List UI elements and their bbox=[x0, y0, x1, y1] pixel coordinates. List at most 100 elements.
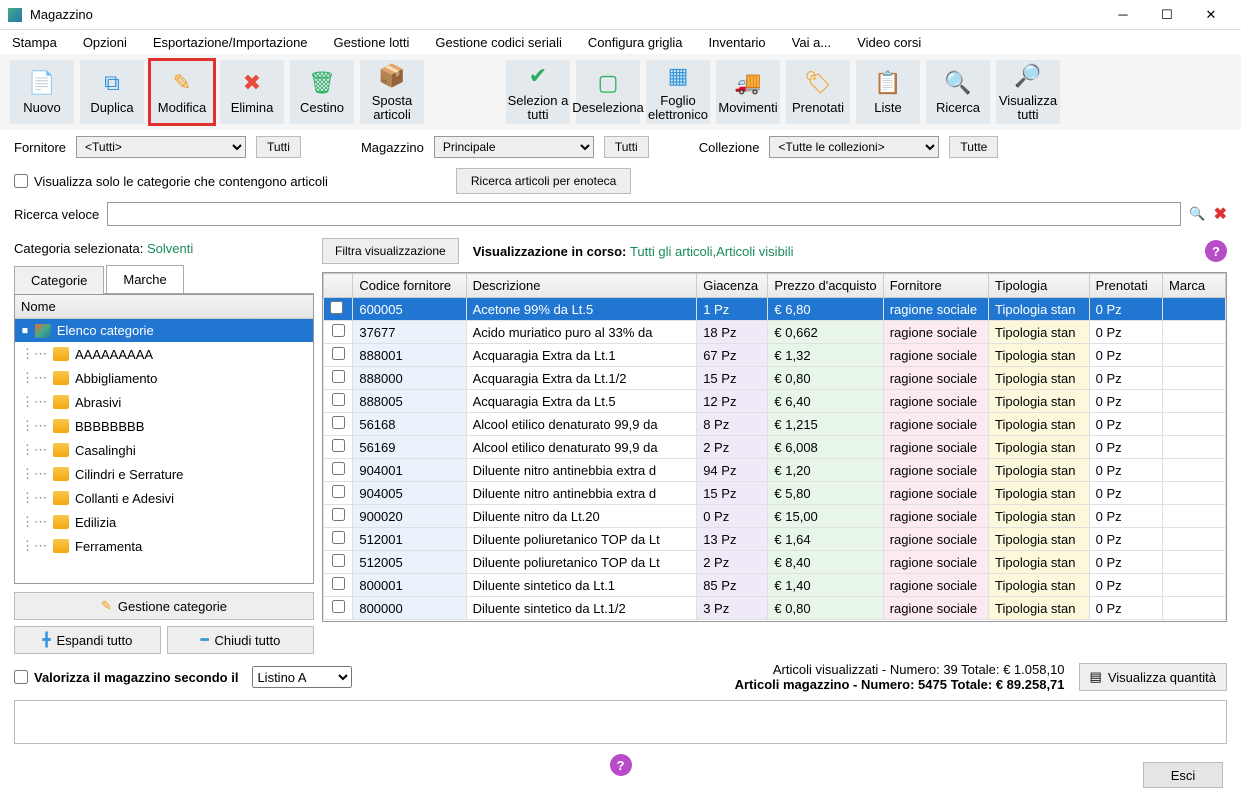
tree-item[interactable]: ⋮⋯Collanti e Adesivi bbox=[15, 486, 313, 510]
help-icon[interactable]: ? bbox=[1205, 240, 1227, 262]
table-row[interactable]: 512001Diluente poliuretanico TOP da Lt13… bbox=[324, 528, 1226, 551]
column-header[interactable]: Giacenza bbox=[697, 274, 768, 298]
row-checkbox[interactable] bbox=[332, 462, 345, 475]
maximize-button[interactable]: ☐ bbox=[1145, 1, 1189, 29]
fornitore-tutti-button[interactable]: Tutti bbox=[256, 136, 301, 158]
row-checkbox[interactable] bbox=[332, 324, 345, 337]
liste-button[interactable]: 📋Liste bbox=[856, 60, 920, 124]
table-row[interactable]: 900020Diluente nitro da Lt.200 Pz€ 15,00… bbox=[324, 505, 1226, 528]
menu-stampa[interactable]: Stampa bbox=[8, 33, 61, 52]
show-only-categories-input[interactable] bbox=[14, 174, 28, 188]
tree-item[interactable]: ⋮⋯AAAAAAAAA bbox=[15, 342, 313, 366]
desel-button[interactable]: ▢Deseleziona bbox=[576, 60, 640, 124]
table-row[interactable]: 512005Diluente poliuretanico TOP da Lt2 … bbox=[324, 551, 1226, 574]
menu-configura-griglia[interactable]: Configura griglia bbox=[584, 33, 687, 52]
elimina-button[interactable]: ✖Elimina bbox=[220, 60, 284, 124]
table-row[interactable]: 800000Diluente sintetico da Lt.1/23 Pz€ … bbox=[324, 597, 1226, 620]
gestione-categorie-button[interactable]: ✎ Gestione categorie bbox=[14, 592, 314, 620]
valorizza-checkbox[interactable]: Valorizza il magazzino secondo il bbox=[14, 670, 238, 685]
menu-opzioni[interactable]: Opzioni bbox=[79, 33, 131, 52]
vistutti-button[interactable]: 🔎Visualizza tutti bbox=[996, 60, 1060, 124]
show-only-categories-checkbox[interactable]: Visualizza solo le categorie che conteng… bbox=[14, 174, 328, 189]
row-checkbox[interactable] bbox=[332, 531, 345, 544]
ricerca-button[interactable]: 🔍Ricerca bbox=[926, 60, 990, 124]
row-checkbox[interactable] bbox=[332, 485, 345, 498]
column-header[interactable]: Codice fornitore bbox=[353, 274, 466, 298]
row-checkbox[interactable] bbox=[332, 600, 345, 613]
table-row[interactable]: 904001Diluente nitro antinebbia extra d9… bbox=[324, 459, 1226, 482]
tree-item[interactable]: ⋮⋯BBBBBBBB bbox=[15, 414, 313, 438]
duplica-button[interactable]: ⧉Duplica bbox=[80, 60, 144, 124]
esci-button[interactable]: Esci bbox=[1143, 762, 1223, 788]
tree-item[interactable]: ⋮⋯Casalinghi bbox=[15, 438, 313, 462]
table-row[interactable]: 888001Acquaragia Extra da Lt.167 Pz€ 1,3… bbox=[324, 344, 1226, 367]
data-grid[interactable]: Codice fornitoreDescrizioneGiacenzaPrezz… bbox=[322, 272, 1227, 622]
filtra-visualizzazione-button[interactable]: Filtra visualizzazione bbox=[322, 238, 459, 264]
chiudi-tutto-button[interactable]: ━ Chiudi tutto bbox=[167, 626, 314, 654]
row-checkbox[interactable] bbox=[332, 370, 345, 383]
clear-search-icon[interactable]: ✖ bbox=[1214, 204, 1227, 224]
row-checkbox[interactable] bbox=[332, 393, 345, 406]
row-checkbox[interactable] bbox=[332, 439, 345, 452]
column-header[interactable]: Fornitore bbox=[883, 274, 988, 298]
tab-categorie[interactable]: Categorie bbox=[14, 266, 104, 294]
row-checkbox[interactable] bbox=[332, 416, 345, 429]
column-header[interactable]: Prezzo d'acquisto bbox=[768, 274, 883, 298]
collezione-select[interactable]: <Tutte le collezioni> bbox=[769, 136, 939, 158]
search-icon[interactable]: 🔍 bbox=[1189, 206, 1205, 222]
tree-root[interactable]: ▪ Elenco categorie bbox=[15, 319, 313, 342]
listino-select[interactable]: Listino A bbox=[252, 666, 352, 688]
tab-marche[interactable]: Marche bbox=[106, 265, 183, 293]
column-header[interactable]: Tipologia bbox=[989, 274, 1090, 298]
row-checkbox[interactable] bbox=[330, 301, 343, 314]
tree-item[interactable]: ⋮⋯Ferramenta bbox=[15, 534, 313, 558]
espandi-tutto-button[interactable]: ╋ Espandi tutto bbox=[14, 626, 161, 654]
cestino-button[interactable]: 🗑Cestino bbox=[290, 60, 354, 124]
table-row[interactable]: 37677Acido muriatico puro al 33% da18 Pz… bbox=[324, 321, 1226, 344]
column-header[interactable]: Prenotati bbox=[1089, 274, 1162, 298]
row-checkbox[interactable] bbox=[332, 347, 345, 360]
table-row[interactable]: 600005Acetone 99% da Lt.51 Pz€ 6,80ragio… bbox=[324, 298, 1226, 321]
help-icon-bottom[interactable]: ? bbox=[610, 754, 632, 776]
table-row[interactable]: 800001Diluente sintetico da Lt.185 Pz€ 1… bbox=[324, 574, 1226, 597]
prenotati-button[interactable]: 🏷Prenotati bbox=[786, 60, 850, 124]
nuovo-button[interactable]: 📄Nuovo bbox=[10, 60, 74, 124]
row-checkbox[interactable] bbox=[332, 554, 345, 567]
close-button[interactable]: ✕ bbox=[1189, 1, 1233, 29]
valorizza-input[interactable] bbox=[14, 670, 28, 684]
movimenti-button[interactable]: 🚚Movimenti bbox=[716, 60, 780, 124]
table-row[interactable]: 56168Alcool etilico denaturato 99,9 da8 … bbox=[324, 413, 1226, 436]
table-row[interactable]: 888000Acquaragia Extra da Lt.1/215 Pz€ 0… bbox=[324, 367, 1226, 390]
magazzino-tutti-button[interactable]: Tutti bbox=[604, 136, 649, 158]
tree-item[interactable]: ⋮⋯Cilindri e Serrature bbox=[15, 462, 313, 486]
table-row[interactable]: 888005Acquaragia Extra da Lt.512 Pz€ 6,4… bbox=[324, 390, 1226, 413]
column-header[interactable]: Marca bbox=[1163, 274, 1226, 298]
ricerca-enoteca-button[interactable]: Ricerca articoli per enoteca bbox=[456, 168, 631, 194]
menu-gestione-lotti[interactable]: Gestione lotti bbox=[330, 33, 414, 52]
category-tree[interactable]: Nome ▪ Elenco categorie ⋮⋯AAAAAAAAA⋮⋯Abb… bbox=[14, 294, 314, 584]
fornitore-select[interactable]: <Tutti> bbox=[76, 136, 246, 158]
seltutti-button[interactable]: ✔Selezion a tutti bbox=[506, 60, 570, 124]
menu-esportazione-importazione[interactable]: Esportazione/Importazione bbox=[149, 33, 312, 52]
visualizza-quantita-button[interactable]: ▤ Visualizza quantità bbox=[1079, 663, 1227, 691]
menu-gestione-codici-seriali[interactable]: Gestione codici seriali bbox=[431, 33, 565, 52]
tree-item[interactable]: ⋮⋯Abrasivi bbox=[15, 390, 313, 414]
sposta-button[interactable]: 📦Sposta articoli bbox=[360, 60, 424, 124]
foglio-button[interactable]: ▦Foglio elettronico bbox=[646, 60, 710, 124]
table-row[interactable]: 904005Diluente nitro antinebbia extra d1… bbox=[324, 482, 1226, 505]
tree-item[interactable]: ⋮⋯Edilizia bbox=[15, 510, 313, 534]
magazzino-select[interactable]: Principale bbox=[434, 136, 594, 158]
menu-vai-a-[interactable]: Vai a... bbox=[788, 33, 836, 52]
column-header[interactable]: Descrizione bbox=[466, 274, 697, 298]
modifica-button[interactable]: ✎Modifica bbox=[150, 60, 214, 124]
menu-inventario[interactable]: Inventario bbox=[705, 33, 770, 52]
table-row[interactable]: 56169Alcool etilico denaturato 99,9 da2 … bbox=[324, 436, 1226, 459]
menu-video-corsi[interactable]: Video corsi bbox=[853, 33, 925, 52]
search-input[interactable] bbox=[107, 202, 1181, 226]
row-checkbox[interactable] bbox=[332, 577, 345, 590]
row-checkbox[interactable] bbox=[332, 508, 345, 521]
column-header[interactable] bbox=[324, 274, 353, 298]
tree-item[interactable]: ⋮⋯Abbigliamento bbox=[15, 366, 313, 390]
minimize-button[interactable]: ─ bbox=[1101, 1, 1145, 29]
collezione-tutte-button[interactable]: Tutte bbox=[949, 136, 998, 158]
